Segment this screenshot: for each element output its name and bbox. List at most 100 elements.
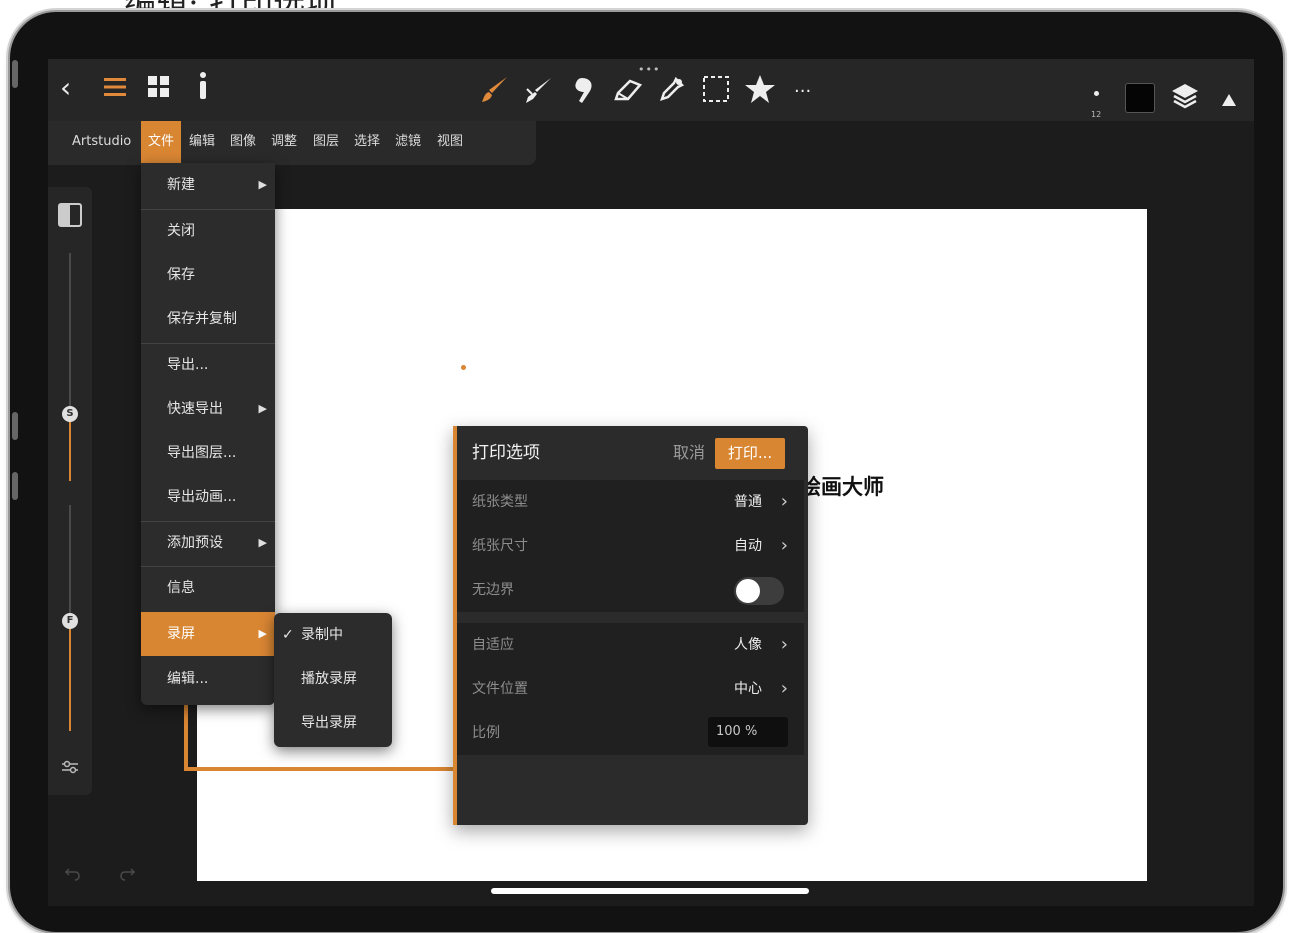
menu-image[interactable]: 图像 — [230, 121, 256, 165]
menu-select[interactable]: 选择 — [354, 121, 380, 165]
menu-file[interactable]: 文件 — [141, 121, 181, 165]
print-options-panel: 打印选项 取消 打印... 纸张类型 普通 › 纸张尺寸 自动 › 无边界 自适… — [453, 426, 808, 825]
row-label: 无边界 — [472, 582, 514, 598]
submenu-item-recording[interactable]: ✓ 录制中 — [274, 613, 392, 657]
row-value: 中心 — [734, 681, 762, 697]
menu-item-label: 录屏 — [167, 626, 195, 642]
redo-icon[interactable] — [118, 865, 136, 887]
menu-adjust[interactable]: 调整 — [271, 121, 297, 165]
menu-item-close[interactable]: 关闭 — [141, 209, 275, 253]
app-screen: ‹ ••• ··· 12 Artstudio 文件 编辑 图像 调整 图层 选择… — [48, 59, 1254, 906]
menu-item-label: 关闭 — [167, 223, 195, 239]
submenu-item-label: 录制中 — [301, 627, 343, 643]
menu-item-label: 导出... — [167, 357, 209, 373]
selection-icon[interactable] — [702, 75, 730, 110]
size-slider-fill — [69, 413, 71, 481]
row-value: 自动 — [734, 538, 762, 554]
adjust-settings-icon[interactable] — [60, 757, 80, 781]
left-side-panel: S F — [48, 187, 92, 795]
home-indicator[interactable] — [491, 888, 809, 894]
menubar: Artstudio 文件 编辑 图像 调整 图层 选择 滤镜 视图 — [48, 121, 536, 165]
row-label: 纸张类型 — [472, 494, 528, 510]
chevron-right-icon: › — [780, 634, 788, 655]
row-label: 比例 — [472, 725, 500, 741]
layers-icon[interactable] — [1170, 81, 1200, 118]
submenu-arrow-icon: ▶ — [258, 402, 267, 415]
device-button — [12, 412, 18, 440]
chevron-right-icon: › — [780, 678, 788, 699]
menu-item-save[interactable]: 保存 — [141, 253, 275, 297]
brush-size-dot-icon[interactable] — [1094, 91, 1099, 96]
menu-item-label: 保存 — [167, 267, 195, 283]
more-tools-icon[interactable]: ··· — [794, 81, 811, 102]
back-icon[interactable]: ‹ — [60, 73, 71, 103]
menu-item-edit[interactable]: 编辑... — [141, 657, 275, 701]
brush-size-value: 12 — [1091, 110, 1102, 119]
row-label: 自适应 — [472, 637, 514, 653]
cancel-button[interactable]: 取消 — [673, 426, 705, 480]
row-value: 人像 — [734, 637, 762, 653]
menu-item-export-animation[interactable]: 导出动画... — [141, 475, 275, 519]
row-label: 纸张尺寸 — [472, 538, 528, 554]
print-button[interactable]: 打印... — [715, 438, 785, 469]
menu-item-export[interactable]: 导出... — [141, 343, 275, 387]
menu-item-save-copy[interactable]: 保存并复制 — [141, 297, 275, 341]
paper-size-row[interactable]: 纸张尺寸 自动 › — [457, 524, 804, 568]
borderless-row: 无边界 — [457, 568, 804, 612]
menu-item-label: 导出动画... — [167, 489, 237, 505]
collapse-toolbar-icon[interactable] — [1221, 85, 1237, 115]
split-view-icon[interactable] — [58, 203, 82, 227]
eraser-icon[interactable] — [612, 75, 643, 112]
menu-view[interactable]: 视图 — [437, 121, 463, 165]
submenu-item-play-recording[interactable]: 播放录屏 — [274, 657, 392, 701]
file-position-row[interactable]: 文件位置 中心 › — [457, 667, 804, 711]
menu-icon[interactable] — [103, 75, 127, 105]
device-button — [12, 472, 18, 500]
file-menu-dropdown: 新建 ▶ 关闭 保存 保存并复制 导出... 快速导出 ▶ 导出图层... 导出… — [141, 163, 275, 705]
menu-layer[interactable]: 图层 — [313, 121, 339, 165]
print-options-header: 打印选项 取消 打印... — [457, 426, 804, 480]
menu-filter[interactable]: 滤镜 — [395, 121, 421, 165]
checkmark-icon: ✓ — [282, 627, 294, 643]
info-icon[interactable] — [198, 71, 208, 108]
undo-icon[interactable] — [64, 865, 82, 887]
menu-item-screen-record[interactable]: 录屏 ▶ — [141, 612, 275, 656]
borderless-toggle[interactable] — [734, 577, 784, 605]
menu-item-info[interactable]: 信息 — [141, 566, 275, 610]
smudge-icon[interactable] — [524, 75, 554, 112]
eyedropper-icon[interactable] — [656, 75, 686, 112]
submenu-item-label: 导出录屏 — [301, 715, 357, 731]
star-favorites-icon[interactable] — [744, 73, 776, 112]
menu-item-label: 快速导出 — [167, 401, 223, 417]
menu-item-label: 信息 — [167, 580, 195, 596]
menu-item-new[interactable]: 新建 ▶ — [141, 163, 275, 207]
menu-artstudio[interactable]: Artstudio — [72, 121, 131, 165]
fill-bucket-icon[interactable] — [568, 75, 598, 112]
size-slider-track[interactable] — [69, 253, 71, 413]
scale-input[interactable]: 100 % — [708, 717, 788, 747]
paper-type-row[interactable]: 纸张类型 普通 › — [457, 480, 804, 524]
menu-item-label: 编辑... — [167, 671, 209, 687]
chevron-right-icon: › — [780, 491, 788, 512]
submenu-item-label: 播放录屏 — [301, 671, 357, 687]
size-slider-knob[interactable]: S — [62, 406, 78, 422]
menu-item-export-layers[interactable]: 导出图层... — [141, 431, 275, 475]
menu-item-label: 导出图层... — [167, 445, 237, 461]
color-swatch[interactable] — [1125, 83, 1155, 113]
menu-item-add-preset[interactable]: 添加预设 ▶ — [141, 521, 275, 565]
submenu-arrow-icon: ▶ — [258, 627, 267, 640]
menu-item-label: 新建 — [167, 177, 195, 193]
top-toolbar: ‹ ••• ··· 12 — [48, 59, 1254, 121]
ipad-frame: ‹ ••• ··· 12 Artstudio 文件 编辑 图像 调整 图层 选择… — [10, 12, 1283, 932]
canvas-dot — [461, 365, 466, 370]
gallery-grid-icon[interactable] — [147, 75, 171, 106]
flow-slider-knob[interactable]: F — [62, 613, 78, 629]
brush-icon[interactable] — [480, 75, 510, 112]
fit-row[interactable]: 自适应 人像 › — [457, 623, 804, 667]
flow-slider-track[interactable] — [69, 505, 71, 615]
submenu-item-export-recording[interactable]: 导出录屏 — [274, 701, 392, 745]
menu-item-quick-export[interactable]: 快速导出 ▶ — [141, 387, 275, 431]
connector-line — [184, 767, 455, 771]
flow-slider-fill — [69, 615, 71, 731]
menu-edit[interactable]: 编辑 — [189, 121, 215, 165]
